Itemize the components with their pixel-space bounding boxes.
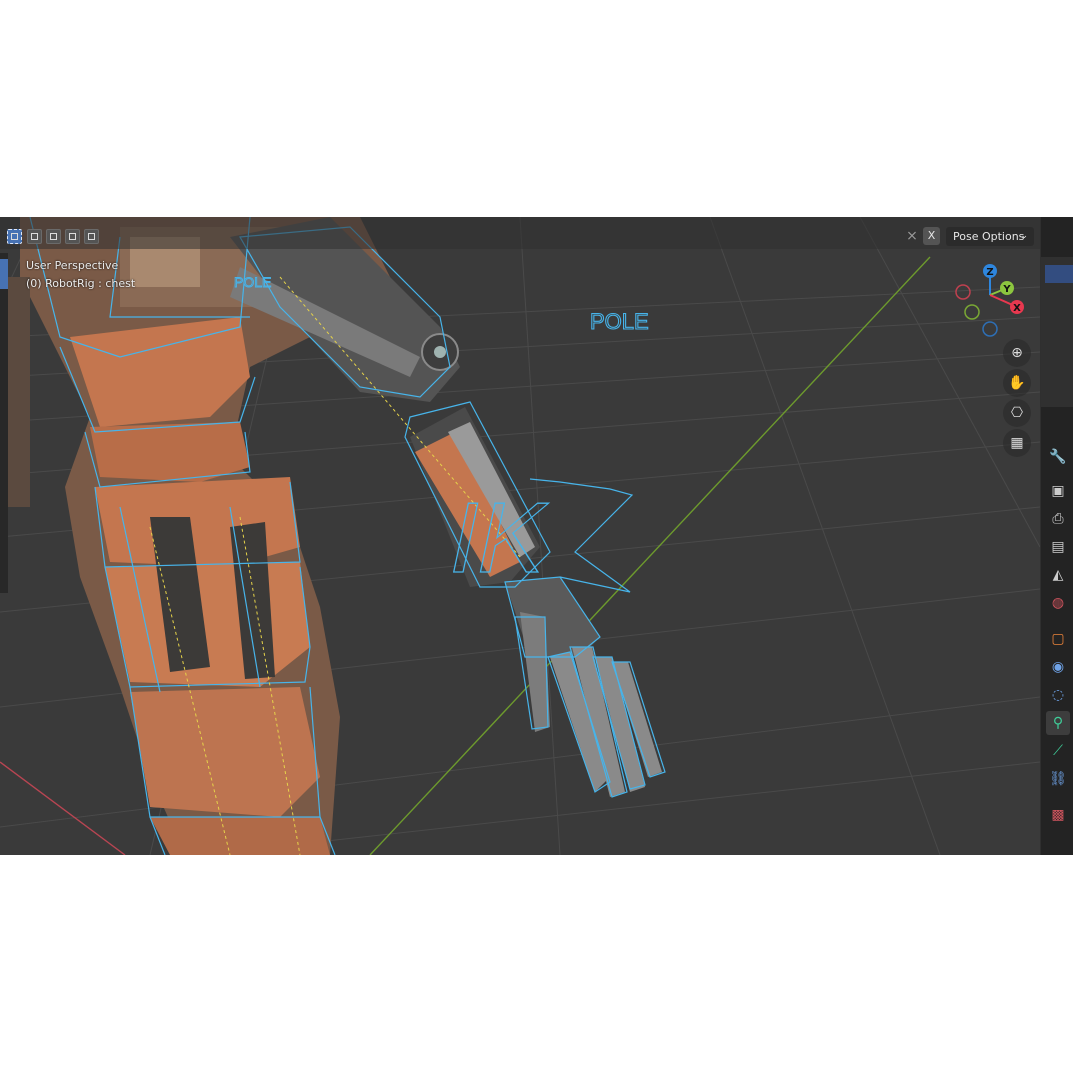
butterfly-icon[interactable]: ⨯	[904, 228, 920, 244]
toolbar	[0, 253, 8, 593]
modifiers-icon[interactable]: ◉	[1046, 655, 1070, 679]
mirror-x-toggle[interactable]: X	[923, 227, 940, 245]
select-invert-icon[interactable]	[65, 229, 80, 244]
3d-viewport[interactable]: POLE POLE IK ⨯ X Pose Options ⌄ User Per…	[0, 217, 1040, 855]
object-data-armature-icon[interactable]: ⚲	[1046, 711, 1070, 735]
scene-icon[interactable]: ◭	[1046, 563, 1070, 587]
viewport-header: ⨯ X Pose Options ⌄	[0, 217, 1040, 249]
select-new-icon[interactable]	[7, 229, 22, 244]
gizmo-neg-x	[955, 284, 971, 300]
gizmo-neg-z	[982, 321, 998, 337]
render-icon[interactable]: ▣	[1046, 479, 1070, 503]
select-intersect-icon[interactable]	[84, 229, 99, 244]
pose-options-label: Pose Options	[953, 230, 1025, 243]
navigation-gizmo[interactable]: Z Y X	[950, 261, 1036, 341]
hand-pan-icon[interactable]: ✋	[1003, 369, 1031, 397]
gizmo-z-label: Z	[986, 267, 993, 278]
select-subtract-icon[interactable]	[46, 229, 61, 244]
bone-icon[interactable]: ⟋	[1046, 739, 1070, 763]
zoom-icon[interactable]: ⊕	[1003, 339, 1031, 367]
tool-icon[interactable]: 🔧	[1046, 445, 1070, 469]
output-icon[interactable]: ⎙	[1046, 507, 1070, 531]
bone-constraint-icon[interactable]: ⛓	[1046, 767, 1070, 791]
viewport-scene: POLE POLE IK	[0, 217, 1040, 855]
camera-icon[interactable]: ⎔	[1003, 399, 1031, 427]
grid-view-icon[interactable]: ▦	[1003, 429, 1031, 457]
select-tool-icon[interactable]	[0, 259, 8, 289]
view-layer-icon[interactable]: ▤	[1046, 535, 1070, 559]
object-icon[interactable]: ▢	[1046, 627, 1070, 651]
blender-window: POLE POLE IK ⨯ X Pose Options ⌄ User Per…	[0, 217, 1073, 855]
select-extend-icon[interactable]	[27, 229, 42, 244]
x-axis-line	[0, 761, 126, 855]
pole-label-far[interactable]: POLE	[589, 308, 649, 334]
physics-icon[interactable]: ◌	[1046, 683, 1070, 707]
gizmo-x-label: X	[1013, 303, 1021, 314]
gizmo-y-label: Y	[1002, 284, 1011, 295]
viewport-info: User Perspective (0) RobotRig : chest	[26, 257, 135, 293]
outliner-armature-row[interactable]	[1045, 265, 1073, 283]
pole-label-near[interactable]: POLE	[234, 274, 272, 291]
texture-icon[interactable]: ▩	[1046, 803, 1070, 827]
active-object-label: (0) RobotRig : chest	[26, 277, 136, 290]
gizmo-neg-y	[964, 304, 980, 320]
chevron-down-icon: ⌄	[1020, 231, 1028, 241]
world-icon[interactable]: ◍	[1046, 591, 1070, 615]
outliner-strip	[1041, 257, 1073, 407]
perspective-label: User Perspective	[26, 259, 119, 272]
pose-options-dropdown[interactable]: Pose Options ⌄	[946, 227, 1034, 246]
